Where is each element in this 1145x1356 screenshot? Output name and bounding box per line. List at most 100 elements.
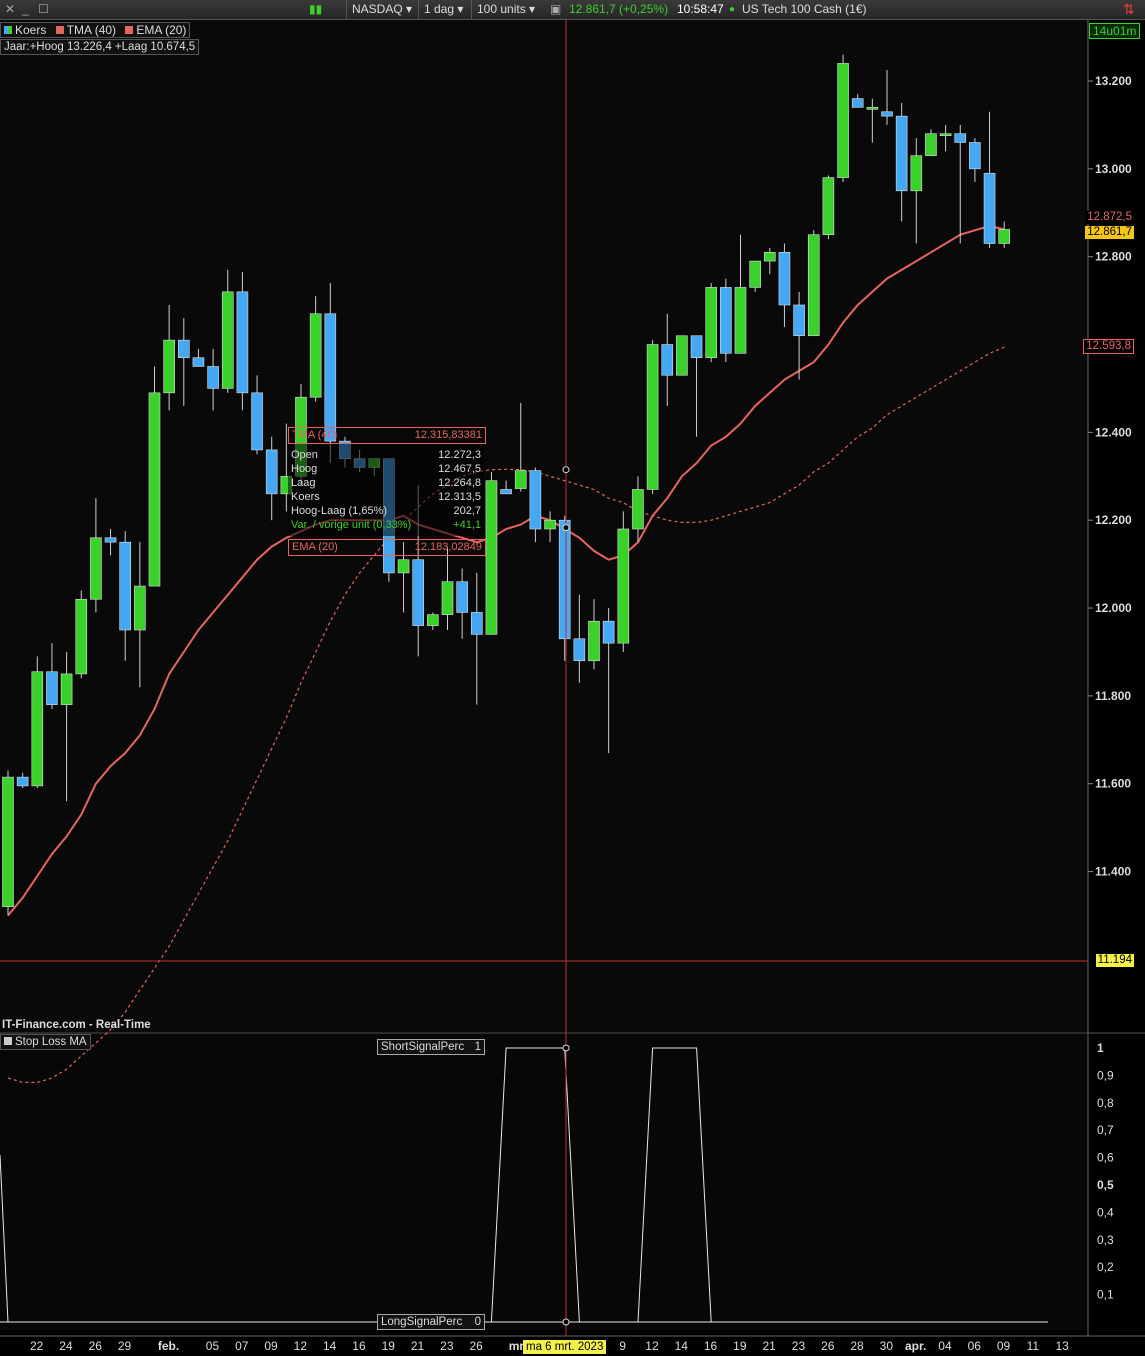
y-tick-label: 12.200	[1095, 513, 1132, 527]
candle-body	[397, 559, 410, 574]
candle-body	[617, 528, 630, 644]
x-tick-label: 16	[704, 1339, 718, 1353]
units-select[interactable]: 100 units ▾	[471, 0, 540, 19]
candle-body	[822, 177, 835, 236]
candle-body	[60, 673, 73, 705]
close-icon[interactable]: ✕	[5, 0, 15, 19]
y-tick-label: 13.000	[1095, 162, 1132, 176]
candle-body	[221, 291, 234, 389]
candle-body	[412, 559, 425, 626]
y-tick-label: 11.400	[1095, 865, 1131, 879]
short-signal-label: ShortSignalPerc 1	[377, 1039, 485, 1055]
x-tick-label: 05	[206, 1339, 220, 1353]
watermark: IT-Finance.com - Real-Time	[2, 1019, 151, 1031]
candle-body	[632, 489, 644, 530]
candle-body	[31, 671, 44, 787]
signal-tick-label: 0,6	[1097, 1151, 1114, 1165]
candle-body	[866, 107, 879, 110]
candle-body	[104, 537, 117, 543]
candle-body	[807, 234, 820, 337]
indicator-legend[interactable]: Stop Loss MA	[0, 1034, 91, 1050]
x-tick-label: 26	[469, 1339, 483, 1353]
x-tick-label: 28	[850, 1339, 864, 1353]
candle-body	[881, 111, 893, 117]
x-tick-label: 26	[89, 1339, 103, 1353]
x-tick-label: 24	[59, 1339, 73, 1353]
toolbar: ✕ _ ☐ ▮▮ NASDAQ ▾ 1 dag ▾ 100 units ▾ ▣ …	[0, 0, 1145, 20]
chart-canvas[interactable]: 13.200 13.000 12.800 12.400 12.200 12.000 11.8…	[0, 20, 1145, 1356]
candle-body	[427, 614, 439, 626]
x-tick-label: 12	[294, 1339, 308, 1353]
cursor-date: ma 6 mrt. 2023	[523, 1340, 607, 1354]
y-tick-label: 11.600	[1095, 777, 1131, 791]
candle-body	[90, 537, 102, 600]
refresh-icon[interactable]: ⇅	[1123, 0, 1135, 19]
x-tick-label: 07	[235, 1339, 249, 1353]
candle	[236, 272, 249, 411]
tooltip-row: Koers 12.313,5	[291, 491, 481, 503]
candle-body	[954, 133, 967, 143]
signal-tick-label: 0,3	[1097, 1233, 1114, 1247]
crosshair-marker	[562, 524, 570, 532]
x-tick-label: 21	[411, 1339, 425, 1353]
period-select[interactable]: 1 dag ▾	[418, 0, 468, 19]
legend-ema: EMA (20)	[136, 23, 187, 37]
y-tick-label: 12.000	[1095, 601, 1132, 615]
quote-time: 10:58:47	[677, 2, 724, 16]
tooltip-tma: TMA (40) 12.315,83381	[288, 427, 486, 444]
candle-body	[134, 585, 146, 631]
maximize-icon[interactable]: ☐	[38, 0, 49, 19]
crosshair-marker	[562, 1318, 570, 1326]
candle-body	[309, 313, 322, 398]
candle-body	[456, 581, 468, 613]
y-tick-label: 12.400	[1095, 425, 1132, 439]
candle-type-icon[interactable]: ▮▮	[309, 0, 322, 19]
candle-body	[998, 229, 1011, 244]
legend-koers: Koers	[15, 23, 47, 37]
x-tick-label: 11	[1027, 1339, 1040, 1353]
tooltip-row: Open 12.272,3	[291, 449, 481, 461]
ema-price-tag: 12.593,8	[1083, 339, 1134, 354]
candle-body	[148, 392, 161, 587]
x-tick-label: 19	[382, 1339, 396, 1353]
crosshair-marker	[562, 1044, 570, 1052]
candle-body	[192, 357, 205, 367]
candle	[617, 511, 630, 652]
signal-tick-label: 0,2	[1097, 1260, 1114, 1274]
candle	[837, 54, 849, 183]
legend[interactable]: Koers TMA (40) EMA (20)	[0, 22, 191, 38]
candle-body	[749, 260, 761, 288]
candle	[558, 515, 571, 661]
candle-body	[720, 287, 732, 354]
info-icon[interactable]: ▣	[550, 0, 561, 19]
x-tick-label: 14	[675, 1339, 689, 1353]
candle-body	[178, 339, 190, 358]
indicator-panel-bg	[0, 1034, 1088, 1330]
signal-tick-label: 1	[1097, 1041, 1104, 1055]
tooltip-row: Hoog-Laag (1,65%) 202,7	[291, 505, 481, 517]
tooltip-row: Hoog 12.467,5	[291, 463, 481, 475]
candle-body	[441, 581, 454, 615]
signal-tick-label: 0,8	[1097, 1096, 1114, 1110]
candle-body	[851, 98, 864, 108]
grid	[0, 20, 1145, 1337]
signal-tick-label: 0,7	[1097, 1123, 1114, 1137]
signal-tick-label: 0,9	[1097, 1068, 1114, 1082]
x-tick-label: 09	[997, 1339, 1011, 1353]
candle	[646, 340, 659, 494]
candle-body	[646, 344, 659, 490]
candle-body	[925, 133, 937, 156]
candle	[2, 770, 14, 916]
x-tick-label: 06	[968, 1339, 982, 1353]
market-select[interactable]: NASDAQ ▾	[346, 0, 417, 19]
last-price: 12.861,7 (+0,25%)	[569, 2, 669, 16]
countdown: 14u01m	[1089, 23, 1141, 39]
candle	[75, 590, 88, 679]
status-dot-icon: ●	[729, 4, 736, 15]
candle-body	[324, 313, 337, 442]
y-tick-label: 12.800	[1095, 250, 1132, 264]
candle-body	[690, 335, 703, 358]
minimize-icon[interactable]: _	[22, 0, 29, 19]
candle-body	[895, 115, 908, 192]
x-tick-label: 19	[733, 1339, 747, 1353]
